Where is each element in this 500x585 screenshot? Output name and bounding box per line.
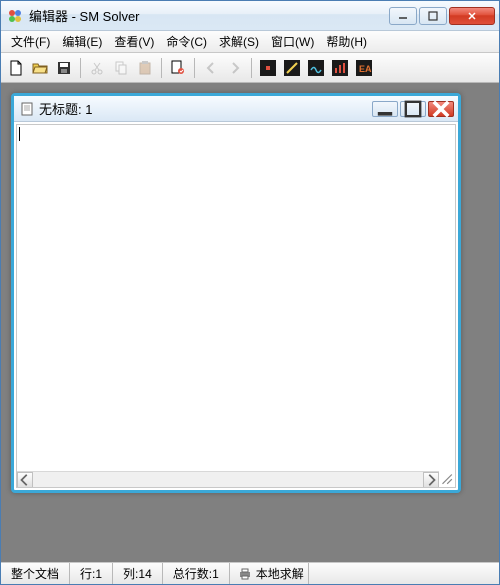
document-title: 无标题: 1 [39, 99, 372, 118]
menu-solve[interactable]: 求解(S) [213, 31, 265, 52]
status-scope-label: 整个文档 [11, 565, 59, 582]
document-icon [20, 102, 34, 116]
cut-button [86, 57, 108, 79]
document-titlebar[interactable]: 无标题: 1 [14, 96, 458, 122]
new-file-button[interactable] [5, 57, 27, 79]
resize-grip[interactable] [439, 471, 453, 485]
toolbar: EA [1, 53, 499, 83]
copy-button [110, 57, 132, 79]
text-editor[interactable] [16, 124, 456, 488]
properties-button[interactable] [167, 57, 189, 79]
scroll-right-icon[interactable] [423, 472, 439, 488]
maximize-button[interactable] [419, 7, 447, 25]
scrollbar-track[interactable] [33, 472, 423, 487]
titlebar[interactable]: 编辑器 - SM Solver [1, 1, 499, 31]
status-line: 行:1 [70, 563, 113, 584]
horizontal-scrollbar[interactable] [17, 471, 439, 487]
minimize-button[interactable] [389, 7, 417, 25]
doc-minimize-button[interactable] [372, 101, 398, 117]
open-file-button[interactable] [29, 57, 51, 79]
printer-icon [238, 568, 252, 580]
separator [80, 58, 81, 78]
close-button[interactable] [449, 7, 495, 25]
tool-dark-2[interactable] [281, 57, 303, 79]
svg-text:EA: EA [359, 64, 372, 74]
save-file-button[interactable] [53, 57, 75, 79]
statusbar: 整个文档 行:1 列:14 总行数:1 本地求解 [1, 562, 499, 584]
status-total-lines: 总行数:1 [163, 563, 230, 584]
app-icon [7, 8, 23, 24]
status-solve-label: 本地求解 [256, 565, 304, 582]
menu-command[interactable]: 命令(C) [160, 31, 213, 52]
document-body [14, 122, 458, 490]
forward-button [224, 57, 246, 79]
tool-dark-1[interactable] [257, 57, 279, 79]
tool-dark-5[interactable]: EA [353, 57, 375, 79]
menu-file[interactable]: 文件(F) [5, 31, 56, 52]
status-column: 列:14 [113, 563, 163, 584]
text-cursor [19, 127, 20, 141]
document-window[interactable]: 无标题: 1 [11, 93, 461, 493]
document-controls [372, 101, 454, 117]
main-window: 编辑器 - SM Solver 文件(F) 编辑(E) 查看(V) 命令(C) … [0, 0, 500, 585]
paste-button [134, 57, 156, 79]
status-scope: 整个文档 [1, 563, 70, 584]
app-title: 编辑器 - SM Solver [29, 6, 389, 25]
menu-help[interactable]: 帮助(H) [320, 31, 373, 52]
back-button [200, 57, 222, 79]
menu-view[interactable]: 查看(V) [108, 31, 160, 52]
separator [161, 58, 162, 78]
menu-window[interactable]: 窗口(W) [265, 31, 320, 52]
doc-close-button[interactable] [428, 101, 454, 117]
separator [194, 58, 195, 78]
window-controls [389, 7, 495, 25]
tool-dark-4[interactable] [329, 57, 351, 79]
doc-maximize-button[interactable] [400, 101, 426, 117]
scroll-left-icon[interactable] [17, 472, 33, 488]
status-solve-mode: 本地求解 [230, 563, 309, 584]
menu-edit[interactable]: 编辑(E) [56, 31, 108, 52]
menubar: 文件(F) 编辑(E) 查看(V) 命令(C) 求解(S) 窗口(W) 帮助(H… [1, 31, 499, 53]
tool-dark-3[interactable] [305, 57, 327, 79]
separator [251, 58, 252, 78]
workspace: 无标题: 1 [1, 83, 499, 562]
